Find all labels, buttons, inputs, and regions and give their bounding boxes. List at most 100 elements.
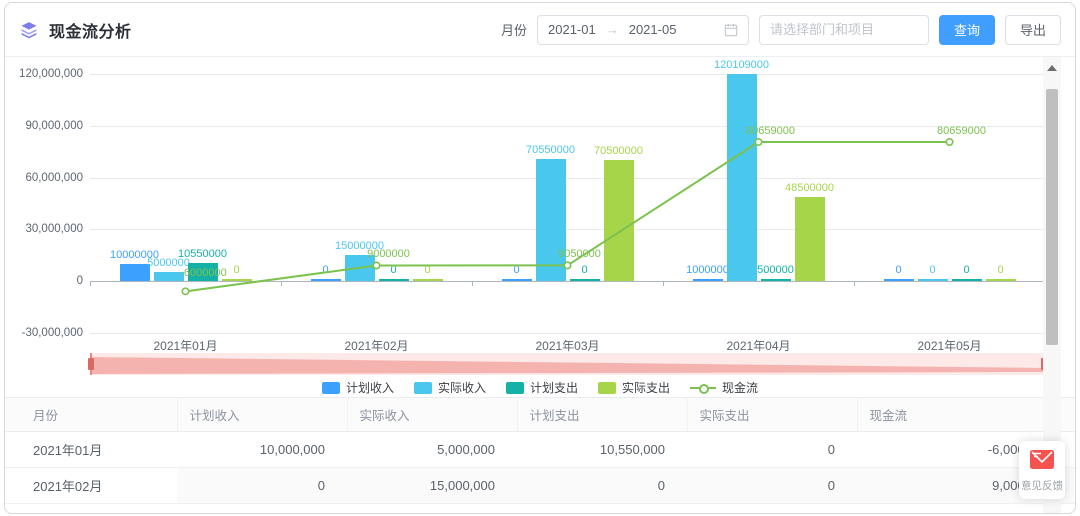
page-title: 现金流分析 xyxy=(49,18,132,42)
end-date-value[interactable]: 2021-05 xyxy=(629,22,677,37)
column-header-计划收入: 计划收入 xyxy=(177,398,347,432)
calendar-icon[interactable] xyxy=(724,23,738,37)
start-date-value[interactable]: 2021-01 xyxy=(548,22,596,37)
y-axis-label: -30,000,000 xyxy=(11,327,83,339)
scrollbar-up-arrow-icon[interactable] xyxy=(1047,65,1057,71)
feedback-button[interactable]: 意见反馈 xyxy=(1019,441,1065,499)
bar-value-label: 120109000 xyxy=(692,59,792,71)
table-cell: 0 xyxy=(687,468,857,504)
gridline xyxy=(90,178,1045,179)
legend-item-实际收入[interactable]: 实际收入 xyxy=(414,379,486,396)
bar-实际支出 xyxy=(795,197,825,281)
table-cell: 10,000,000 xyxy=(177,432,347,468)
legend-label: 计划收入 xyxy=(346,379,394,396)
bar-计划收入 xyxy=(502,279,532,281)
legend-label: 实际收入 xyxy=(438,379,486,396)
gridline xyxy=(90,126,1045,127)
x-axis-tick xyxy=(663,281,664,286)
range-arrow-icon: → xyxy=(606,22,619,37)
bar-value-label: 0 xyxy=(951,264,1051,276)
table-row: 2021年03月070,550,000070,500,0009,050,000 xyxy=(5,504,1075,514)
bar-计划收入 xyxy=(884,279,914,281)
table-cell: 5,000,000 xyxy=(347,432,517,468)
table-cell: 0 xyxy=(177,504,347,514)
month-label: 月份 xyxy=(501,20,527,39)
table-cell: 0 xyxy=(177,468,347,504)
bar-实际收入 xyxy=(727,74,757,281)
x-axis-label: 2021年02月 xyxy=(307,337,447,354)
table-cell: 0 xyxy=(687,432,857,468)
bar-计划收入 xyxy=(693,279,723,281)
x-axis-label: 2021年01月 xyxy=(116,337,256,354)
y-axis-label: 120,000,000 xyxy=(11,68,83,80)
table-cell: 10,550,000 xyxy=(517,432,687,468)
legend-item-计划收入[interactable]: 计划收入 xyxy=(322,379,394,396)
cash-flow-analysis-page: 现金流分析 月份 2021-01 → 2021-05 查询 导出 xyxy=(4,2,1076,514)
legend-swatch xyxy=(598,382,616,394)
line-value-label: 80659000 xyxy=(912,125,1012,137)
x-axis-line xyxy=(90,281,1045,282)
bar-value-label: 70500000 xyxy=(569,145,669,157)
datazoom-slider[interactable] xyxy=(90,353,1045,375)
bar-计划支出 xyxy=(570,279,600,281)
table-row: 2021年01月10,000,0005,000,00010,550,0000-6… xyxy=(5,432,1075,468)
x-axis-label: 2021年05月 xyxy=(880,337,1020,354)
query-button[interactable]: 查询 xyxy=(939,15,995,45)
legend-item-现金流[interactable]: 现金流 xyxy=(690,379,758,396)
bar-计划支出 xyxy=(952,279,982,281)
legend-label: 实际支出 xyxy=(622,379,670,396)
line-point xyxy=(946,139,952,145)
column-header-实际支出: 实际支出 xyxy=(687,398,857,432)
gridline xyxy=(90,229,1045,230)
export-button[interactable]: 导出 xyxy=(1005,15,1061,45)
bar-实际支出 xyxy=(604,160,634,281)
x-axis-tick xyxy=(854,281,855,286)
bar-实际支出 xyxy=(413,279,443,281)
x-axis-tick xyxy=(472,281,473,286)
topbar: 现金流分析 月份 2021-01 → 2021-05 查询 导出 xyxy=(5,3,1075,57)
chart-legend: 计划收入 实际收入 计划支出 实际支出 现金流 xyxy=(5,379,1075,396)
layers-icon xyxy=(19,20,39,40)
bar-value-label: 48500000 xyxy=(760,182,860,194)
gridline xyxy=(90,333,1045,334)
column-header-计划支出: 计划支出 xyxy=(517,398,687,432)
legend-label: 计划支出 xyxy=(530,379,578,396)
feedback-label: 意见反馈 xyxy=(1021,478,1063,493)
x-axis-tick xyxy=(281,281,282,286)
column-header-实际收入: 实际收入 xyxy=(347,398,517,432)
legend-item-实际支出[interactable]: 实际支出 xyxy=(598,379,670,396)
table-cell: 0 xyxy=(517,468,687,504)
line-point xyxy=(182,288,188,294)
bar-实际支出 xyxy=(986,279,1016,281)
line-value-label: 9000000 xyxy=(339,248,439,260)
y-axis-label: 60,000,000 xyxy=(11,172,83,184)
line-value-label: 80659000 xyxy=(721,125,821,137)
table-cell: 0 xyxy=(517,504,687,514)
feedback-envelope-icon xyxy=(1029,448,1055,475)
legend-item-计划支出[interactable]: 计划支出 xyxy=(506,379,578,396)
bar-value-label: 10550000 xyxy=(153,248,253,260)
datazoom-left-handle[interactable] xyxy=(88,358,94,370)
scrollbar-thumb[interactable] xyxy=(1046,89,1058,345)
bar-实际收入 xyxy=(918,279,948,281)
y-axis-label: 90,000,000 xyxy=(11,120,83,132)
gridline xyxy=(90,74,1045,75)
date-range-picker[interactable]: 2021-01 → 2021-05 xyxy=(537,15,749,45)
legend-line-marker xyxy=(690,382,716,394)
toolbar: 月份 2021-01 → 2021-05 查询 导出 xyxy=(501,15,1061,45)
line-value-label: -6000000 xyxy=(154,267,254,279)
legend-swatch xyxy=(506,382,524,394)
x-axis-label: 2021年04月 xyxy=(689,337,829,354)
table-cell: 2021年02月 xyxy=(5,468,177,504)
table-cell: 70,550,000 xyxy=(347,504,517,514)
x-axis-tick xyxy=(90,281,91,286)
bar-计划收入 xyxy=(311,279,341,281)
department-project-input[interactable] xyxy=(759,15,929,45)
table-cell: 2021年03月 xyxy=(5,504,177,514)
x-axis-label: 2021年03月 xyxy=(498,337,638,354)
bar-实际收入 xyxy=(536,159,566,281)
line-value-label: 9050000 xyxy=(530,248,630,260)
legend-swatch xyxy=(414,382,432,394)
table-cell: 70,500,000 xyxy=(687,504,857,514)
legend-label: 现金流 xyxy=(722,379,758,396)
